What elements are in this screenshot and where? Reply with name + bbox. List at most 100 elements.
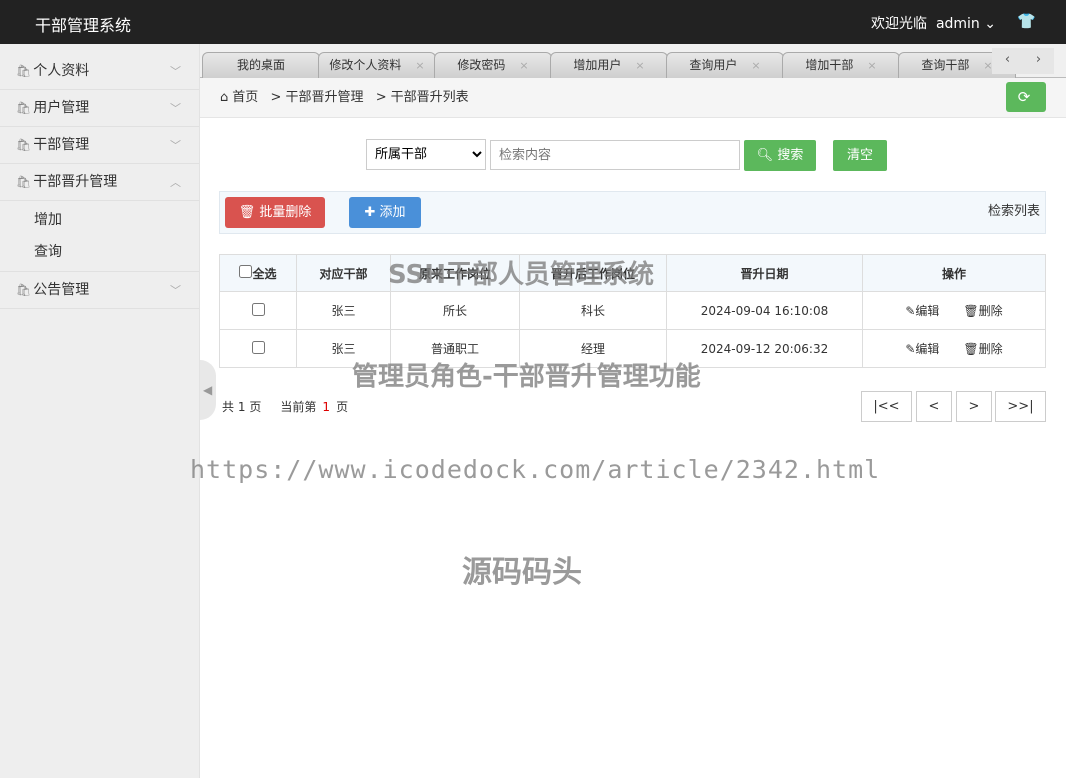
pencil-icon: ✎ <box>905 304 916 318</box>
breadcrumb: ⌂ 首页 > 干部晋升管理 > 干部晋升列表 ⟳ <box>200 78 1066 118</box>
batch-delete-button[interactable]: 🗑 批量删除 <box>225 197 325 228</box>
sidebar-collapse-handle[interactable]: ◀ <box>200 360 216 420</box>
chevron-down-icon: ﹀ <box>170 284 181 297</box>
sidebar-item-label: 干部管理 <box>33 137 90 153</box>
row-checkbox[interactable] <box>251 340 265 354</box>
cell-date: 2024-09-12 20:06:32 <box>666 329 863 368</box>
watermark-brand: 源码码头 <box>462 555 582 590</box>
top-header: 干部管理系统 欢迎光临 admin ⌄ 👕 <box>0 0 1066 44</box>
breadcrumb-current: 干部晋升列表 <box>390 90 469 105</box>
refresh-button[interactable]: ⟳ <box>1006 82 1046 112</box>
user-menu[interactable]: 欢迎光临 admin ⌄ <box>871 13 996 33</box>
button-label: 添加 <box>379 205 406 220</box>
bag-icon: 🛍 <box>16 64 32 78</box>
close-icon[interactable]: × <box>635 59 644 72</box>
button-label: 搜索 <box>777 148 804 163</box>
separator: > <box>371 90 387 105</box>
close-icon[interactable]: × <box>751 59 760 72</box>
chevron-down-icon: ﹀ <box>170 139 181 152</box>
search-icon: 🔍︎ <box>756 148 774 163</box>
breadcrumb-section[interactable]: 干部晋升管理 <box>285 90 363 105</box>
clear-button[interactable]: 清空 <box>833 140 887 171</box>
cell-old-post: 普通职工 <box>390 329 520 368</box>
button-label: 批量删除 <box>259 205 312 220</box>
pagination-info: 共 1 页 当前第 1 页 <box>222 398 348 415</box>
next-page-button[interactable]: > <box>956 391 992 422</box>
list-toolbar: 🗑 批量删除 ✚ 添加 检索列表 <box>219 191 1046 234</box>
theme-shirt-icon[interactable]: 👕 <box>1017 12 1036 30</box>
close-icon[interactable]: × <box>867 59 876 72</box>
sidebar-item-label: 干部晋升管理 <box>33 174 118 190</box>
current-page: 1 <box>322 400 331 414</box>
delete-link[interactable]: 🗑删除 <box>963 304 1002 318</box>
last-page-button[interactable]: >>| <box>995 391 1046 422</box>
sidebar-item-promotion[interactable]: 🛍 干部晋升管理 ︿ <box>0 164 199 201</box>
chevron-right-icon[interactable]: › <box>1036 48 1041 74</box>
tab-label: 增加干部 <box>805 58 854 72</box>
search-button[interactable]: 🔍︎ 搜索 <box>744 140 816 171</box>
app-title: 干部管理系统 <box>35 16 132 35</box>
sidebar-item-label: 公告管理 <box>33 282 90 298</box>
prev-page-button[interactable]: < <box>916 391 952 422</box>
sidebar-item-label: 用户管理 <box>33 100 90 116</box>
tab-query-user[interactable]: 查询用户 × <box>666 52 784 78</box>
tab-label: 我的桌面 <box>236 58 285 72</box>
tab-change-password[interactable]: 修改密码 × <box>434 52 552 78</box>
text: 当前第 <box>280 400 317 414</box>
first-page-button[interactable]: |<< <box>861 391 912 422</box>
sidebar-subitem-query[interactable]: 查询 <box>0 236 199 268</box>
tab-add-user[interactable]: 增加用户 × <box>550 52 668 78</box>
tab-label: 增加用户 <box>573 58 622 72</box>
row-select-cell <box>219 291 297 330</box>
link-label: 编辑 <box>915 342 940 356</box>
bag-icon: 🛍 <box>16 138 32 152</box>
tab-desktop[interactable]: 我的桌面 <box>202 52 320 78</box>
row-select-cell <box>219 329 297 368</box>
list-title: 检索列表 <box>987 204 1040 219</box>
tab-add-cadre[interactable]: 增加干部 × <box>782 52 900 78</box>
column-header: 晋升后工作岗位 <box>519 254 667 292</box>
sidebar-item-cadres[interactable]: 🛍 干部管理 ﹀ <box>0 127 199 164</box>
cell-cadre: 张三 <box>296 329 391 368</box>
sidebar-item-label: 个人资料 <box>33 63 90 79</box>
sidebar-item-users[interactable]: 🛍 用户管理 ﹀ <box>0 90 199 127</box>
search-input[interactable] <box>490 140 740 170</box>
close-icon[interactable]: × <box>415 59 424 72</box>
cell-old-post: 所长 <box>390 291 520 330</box>
cell-cadre: 张三 <box>296 291 391 330</box>
tab-label: 查询干部 <box>921 58 970 72</box>
text: 页 <box>249 400 262 414</box>
promotion-table: 全选 对应干部 原来工作岗位 晋升后工作岗位 晋升日期 操作 张三 所长 科长 … <box>219 254 1046 368</box>
breadcrumb-home[interactable]: 首页 <box>232 90 258 105</box>
home-icon: ⌂ <box>220 90 229 105</box>
refresh-icon: ⟳ <box>1017 88 1031 106</box>
close-icon[interactable]: × <box>519 59 528 72</box>
trash-icon: 🗑 <box>963 304 979 318</box>
cell-new-post: 科长 <box>519 291 667 330</box>
sidebar-subitem-add[interactable]: 增加 <box>0 204 199 236</box>
sidebar-item-profile[interactable]: 🛍 个人资料 ﹀ <box>0 53 199 90</box>
chevron-down-icon: ﹀ <box>170 65 181 78</box>
plus-icon: ✚ <box>364 205 376 220</box>
cell-actions: ✎编辑 🗑删除 <box>862 329 1046 368</box>
cell-new-post: 经理 <box>519 329 667 368</box>
delete-link[interactable]: 🗑删除 <box>963 342 1002 356</box>
add-button[interactable]: ✚ 添加 <box>349 197 421 228</box>
select-all-checkbox[interactable] <box>239 264 253 278</box>
column-header: 原来工作岗位 <box>390 254 520 292</box>
bag-icon: 🛍 <box>16 283 32 297</box>
tab-scroll-nav: ‹ › <box>992 48 1054 74</box>
trash-icon: 🗑 <box>238 205 256 220</box>
edit-link[interactable]: ✎编辑 <box>905 304 939 318</box>
field-select[interactable]: 所属干部 <box>366 139 486 170</box>
chevron-left-icon[interactable]: ‹ <box>1005 48 1010 74</box>
total-pages: 1 <box>237 400 246 414</box>
sidebar-item-notices[interactable]: 🛍 公告管理 ﹀ <box>0 272 199 309</box>
username: admin <box>935 16 980 32</box>
text: 共 <box>222 400 235 414</box>
tab-edit-profile[interactable]: 修改个人资料 × <box>318 52 436 78</box>
bag-icon: 🛍 <box>16 101 32 115</box>
row-checkbox[interactable] <box>251 302 265 316</box>
link-label: 删除 <box>978 304 1003 318</box>
edit-link[interactable]: ✎编辑 <box>905 342 939 356</box>
